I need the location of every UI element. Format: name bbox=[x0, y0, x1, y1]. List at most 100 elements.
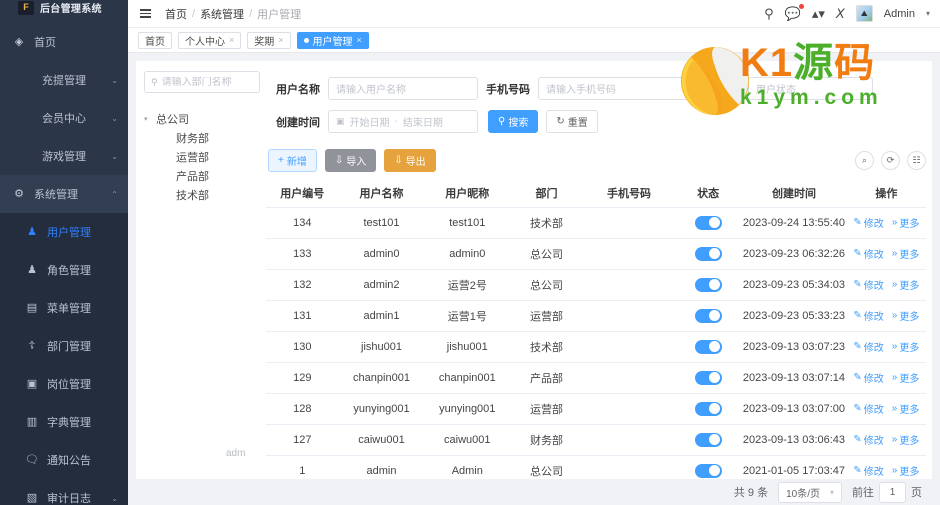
table-row[interactable]: 129 chanpin001 chanpin001 产品部 2023-09-13 03:… bbox=[266, 362, 926, 394]
reset-button[interactable]: ↻ 重置 bbox=[546, 110, 598, 133]
status-toggle[interactable] bbox=[694, 432, 722, 447]
sidebar-item-home[interactable]: ◈ 首页 bbox=[0, 23, 128, 61]
close-icon[interactable]: × bbox=[229, 35, 234, 45]
search-toggle-icon[interactable]: ⌕ bbox=[855, 151, 874, 170]
createtime-range-picker[interactable]: ▣ 开始日期 - 结束日期 bbox=[328, 110, 478, 133]
status-toggle[interactable] bbox=[694, 463, 722, 478]
edit-link[interactable]: ✎ 修改 bbox=[853, 463, 883, 478]
table-row[interactable]: 1 admin Admin 总公司 2021-01-05 17:03:47 ✎ 修改 » 更多 bbox=[266, 455, 926, 479]
table-row[interactable]: 130 jishu001 jishu001 技术部 2023-09-13 03:07:2… bbox=[266, 331, 926, 363]
close-icon[interactable]: × bbox=[278, 35, 283, 45]
more-link[interactable]: » 更多 bbox=[892, 339, 920, 354]
status-toggle[interactable] bbox=[694, 370, 722, 385]
sidebar-item-user-management[interactable]: ♟ 用户管理 bbox=[0, 213, 128, 251]
chevron-down-icon[interactable]: ▾ bbox=[144, 115, 156, 123]
more-label: 更多 bbox=[899, 436, 920, 447]
org-icon: ☦ bbox=[28, 339, 36, 352]
more-link[interactable]: » 更多 bbox=[892, 401, 920, 416]
table-row[interactable]: 133 admin0 admin0 总公司 2023-09-23 06:32:26 ✎ 修改… bbox=[266, 238, 926, 270]
status-toggle[interactable] bbox=[694, 215, 722, 230]
status-toggle[interactable] bbox=[694, 401, 722, 416]
tree-node-root[interactable]: ▾ 总公司 bbox=[144, 109, 260, 128]
breadcrumb-item-system[interactable]: 系统管理 bbox=[200, 6, 244, 22]
tab-home[interactable]: 首页 bbox=[138, 31, 172, 49]
status-select[interactable]: 用户状态 bbox=[748, 77, 873, 100]
edit-link[interactable]: ✎ 修改 bbox=[853, 432, 883, 447]
import-button[interactable]: ⇩ 导入 bbox=[324, 149, 377, 172]
add-button[interactable]: + 新增 bbox=[268, 149, 317, 172]
columns-icon[interactable]: ☷ bbox=[907, 151, 926, 170]
font-size-icon[interactable]: 𝘟 bbox=[836, 7, 845, 20]
dept-search-input[interactable] bbox=[161, 76, 253, 88]
edit-link[interactable]: ✎ 修改 bbox=[853, 246, 883, 261]
sidebar-item-post-management[interactable]: ▣ 岗位管理 bbox=[0, 365, 128, 403]
edit-link[interactable]: ✎ 修改 bbox=[853, 215, 883, 230]
sidebar-item-notice[interactable]: 🗨 通知公告 bbox=[0, 441, 128, 479]
username-input[interactable]: 请输入用户名称 bbox=[328, 77, 478, 100]
edit-link[interactable]: ✎ 修改 bbox=[853, 339, 883, 354]
tree-node-finance[interactable]: 财务部 bbox=[144, 128, 260, 147]
edit-label: 修改 bbox=[863, 467, 884, 478]
status-toggle[interactable] bbox=[694, 246, 722, 261]
refresh-icon[interactable]: ⟳ bbox=[881, 151, 900, 170]
table-row[interactable]: 132 admin2 运营2号 总公司 2023-09-23 05:34:03 ✎ 修改 » 更… bbox=[266, 269, 926, 301]
page-size-select[interactable]: 10条/页 ▾ bbox=[778, 481, 842, 503]
sidebar-item-recharge[interactable]: 充提管理 ⌄ bbox=[0, 61, 128, 99]
sidebar-item-dict-management[interactable]: ▥ 字典管理 bbox=[0, 403, 128, 441]
sidebar-item-menu-management[interactable]: ▤ 菜单管理 bbox=[0, 289, 128, 327]
page-size-label: 10条/页 bbox=[786, 488, 820, 500]
tree-node-label: 财务部 bbox=[176, 132, 209, 145]
export-button[interactable]: ⇩ 导出 bbox=[384, 149, 436, 172]
sidebar-item-system[interactable]: ⚙ 系统管理 ⌃ bbox=[0, 175, 128, 213]
status-toggle[interactable] bbox=[694, 339, 722, 354]
more-link[interactable]: » 更多 bbox=[892, 432, 920, 447]
fullscreen-icon[interactable]: ▴▾ bbox=[812, 7, 825, 20]
sidebar-item-audit-log[interactable]: ▧ 审计日志 ⌄ bbox=[0, 479, 128, 505]
edit-link[interactable]: ✎ 修改 bbox=[853, 277, 883, 292]
sidebar-item-dept-management[interactable]: ☦ 部门管理 bbox=[0, 327, 128, 365]
username-label[interactable]: Admin bbox=[884, 8, 915, 20]
tab-user-management[interactable]: 用户管理 × bbox=[296, 31, 369, 49]
more-link[interactable]: » 更多 bbox=[892, 277, 920, 292]
search-button[interactable]: ⚲ 搜索 bbox=[488, 110, 539, 133]
sidebar-item-members[interactable]: 会员中心 ⌄ bbox=[0, 99, 128, 137]
table-row[interactable]: 134 test101 test101 技术部 2023-09-24 13:55:40 ✎… bbox=[266, 207, 926, 239]
tree-node-product[interactable]: 产品部 bbox=[144, 166, 260, 185]
tree-node-operations[interactable]: 运营部 bbox=[144, 147, 260, 166]
table-row[interactable]: 128 yunying001 yunying001 运营部 2023-09-13 03:… bbox=[266, 393, 926, 425]
dept-search-box[interactable]: ⚲ bbox=[144, 71, 260, 93]
edit-link[interactable]: ✎ 修改 bbox=[853, 370, 883, 385]
tab-profile[interactable]: 个人中心 × bbox=[178, 31, 242, 49]
sidebar-item-role-management[interactable]: ♟ 角色管理 bbox=[0, 251, 128, 289]
status-toggle[interactable] bbox=[694, 277, 722, 292]
table-tool-icons: ⌕ ⟳ ☷ bbox=[855, 151, 926, 170]
chevron-down-icon[interactable]: ▾ bbox=[926, 9, 930, 18]
breadcrumb-item-home[interactable]: 首页 bbox=[165, 6, 187, 22]
operations-cell: ✎ 修改 » 更多 bbox=[846, 455, 926, 479]
avatar[interactable]: ⛰ bbox=[855, 5, 873, 22]
more-link[interactable]: » 更多 bbox=[892, 308, 920, 323]
search-icon[interactable]: ⚲ bbox=[764, 7, 774, 20]
username-cell: chanpin001 bbox=[338, 362, 425, 394]
more-link[interactable]: » 更多 bbox=[892, 463, 920, 478]
created-cell: 2023-09-23 06:32:26 bbox=[741, 238, 847, 270]
more-link[interactable]: » 更多 bbox=[892, 246, 920, 261]
page-jump-input[interactable] bbox=[879, 481, 906, 503]
sidebar-item-game[interactable]: 游戏管理 ⌄ bbox=[0, 137, 128, 175]
more-link[interactable]: » 更多 bbox=[892, 370, 920, 385]
table-row[interactable]: 127 caiwu001 caiwu001 财务部 2023-09-13 03:06:4… bbox=[266, 424, 926, 456]
user-id-cell: 133 bbox=[266, 238, 339, 270]
chevron-right-icon: » bbox=[891, 403, 898, 414]
phone-input[interactable]: 请输入手机号码 bbox=[538, 77, 688, 100]
tab-lottery-period[interactable]: 奖期 × bbox=[247, 31, 291, 49]
message-icon[interactable]: 💬 bbox=[785, 4, 804, 20]
tree-node-tech[interactable]: 技术部 bbox=[144, 185, 260, 204]
edit-link[interactable]: ✎ 修改 bbox=[853, 308, 883, 323]
status-toggle[interactable] bbox=[694, 308, 722, 323]
table-row[interactable]: 131 admin1 运营1号 运营部 2023-09-23 05:33:23 ✎ 修改 » 更… bbox=[266, 300, 926, 332]
more-link[interactable]: » 更多 bbox=[892, 215, 920, 230]
menu-collapse-icon[interactable] bbox=[136, 6, 155, 21]
edit-link[interactable]: ✎ 修改 bbox=[853, 401, 883, 416]
sidebar-logo[interactable]: F 后台管理系统 bbox=[0, 0, 128, 15]
close-icon[interactable]: × bbox=[357, 35, 362, 45]
